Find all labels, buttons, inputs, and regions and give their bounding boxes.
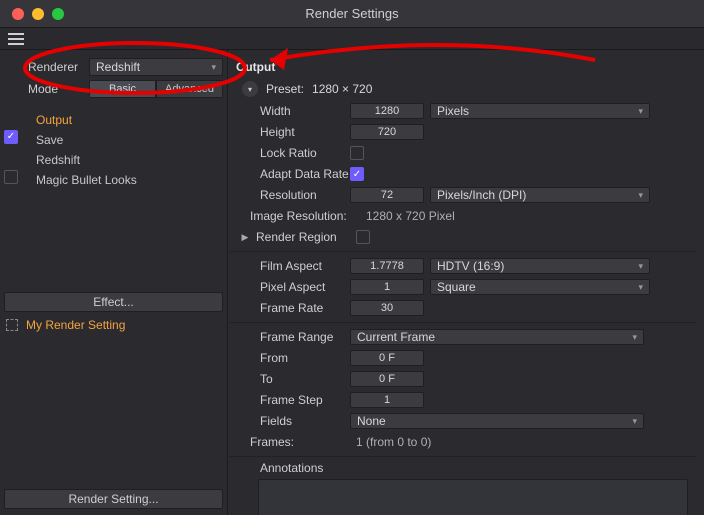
annotations-label: Annotations [230,461,350,475]
sidebar: Renderer Redshift ▾ Mode Basic Advanced … [0,50,228,515]
resolution-unit-value: Pixels/Inch (DPI) [437,188,526,202]
frame-range-label: Frame Range [230,330,350,344]
frame-step-label: Frame Step [230,393,350,407]
chevron-down-icon: ▾ [211,62,216,73]
sidebar-item-magicbullet[interactable]: Magic Bullet Looks [0,170,227,190]
toolbar [0,28,704,50]
preset-value: 1280 × 720 [312,82,372,96]
frames-value: 1 (from 0 to 0) [350,435,431,449]
render-region-disclose[interactable]: ▶ [240,232,250,243]
from-field[interactable]: 0 F [350,350,424,366]
pixel-aspect-field[interactable]: 1 [350,279,424,295]
sidebar-check-magicbullet[interactable] [4,170,18,184]
chevron-down-icon: ▾ [632,332,637,343]
sidebar-item-save[interactable]: Save [0,130,227,150]
fields-dropdown[interactable]: None ▾ [350,413,644,429]
render-region-label: Render Region [256,230,356,244]
frame-step-field[interactable]: 1 [350,392,424,408]
adapt-rate-label: Adapt Data Rate [230,167,350,181]
pixel-aspect-unit: Square [437,280,476,294]
renderer-dropdown[interactable]: Redshift ▾ [89,58,223,76]
mode-advanced-button[interactable]: Advanced [156,80,223,98]
lock-ratio-label: Lock Ratio [230,146,350,160]
annotations-field[interactable] [258,479,688,515]
film-aspect-field[interactable]: 1.7778 [350,258,424,274]
chevron-down-icon: ▾ [638,261,643,272]
to-label: To [230,372,350,386]
film-aspect-unit: HDTV (16:9) [437,259,504,273]
menu-icon[interactable] [8,33,24,45]
height-label: Height [230,125,350,139]
sidebar-tree: Output Save Redshift Magic Bullet Looks [0,110,227,190]
image-res-value: 1280 x 720 Pixel [360,209,455,223]
chevron-down-icon: ▾ [638,282,643,293]
chevron-down-icon: ▾ [638,106,643,117]
film-aspect-dropdown[interactable]: HDTV (16:9) ▾ [430,258,650,274]
height-field[interactable]: 720 [350,124,424,140]
render-setting-button[interactable]: Render Setting... [4,489,223,509]
render-setting-row[interactable]: My Render Setting [0,314,227,336]
image-res-label: Image Resolution: [230,209,360,223]
render-region-checkbox[interactable] [356,230,370,244]
effect-button[interactable]: Effect... [4,292,223,312]
sidebar-check-save[interactable] [4,130,18,144]
titlebar: Render Settings [0,0,704,28]
preset-label: Preset: [266,82,304,96]
film-aspect-label: Film Aspect [230,259,350,273]
width-label: Width [230,104,350,118]
fields-value: None [357,414,386,428]
to-field[interactable]: 0 F [350,371,424,387]
lock-ratio-checkbox[interactable] [350,146,364,160]
pixel-aspect-label: Pixel Aspect [230,280,350,294]
frame-range-value: Current Frame [357,330,435,344]
mode-label: Mode [28,82,83,96]
output-heading: Output [230,56,696,78]
width-field[interactable]: 1280 [350,103,424,119]
renderer-value: Redshift [96,60,140,74]
render-setting-icon [6,319,18,331]
window-title: Render Settings [0,6,704,21]
chevron-down-icon: ▾ [632,416,637,427]
adapt-rate-checkbox[interactable] [350,167,364,181]
renderer-label: Renderer [28,60,83,74]
mode-toggle: Basic Advanced [89,80,223,98]
fields-label: Fields [230,414,350,428]
from-label: From [230,351,350,365]
width-unit-dropdown[interactable]: Pixels ▾ [430,103,650,119]
frame-range-dropdown[interactable]: Current Frame ▾ [350,329,644,345]
renderer-row: Renderer Redshift ▾ [28,56,223,78]
content-panel: Output ▾ Preset: 1280 × 720 Width 1280 P… [228,50,704,515]
preset-row: ▾ Preset: 1280 × 720 [230,78,696,100]
resolution-field[interactable]: 72 [350,187,424,203]
preset-disclose-icon[interactable]: ▾ [242,81,258,97]
sidebar-item-redshift[interactable]: Redshift [0,150,227,170]
pixel-aspect-dropdown[interactable]: Square ▾ [430,279,650,295]
frame-rate-field[interactable]: 30 [350,300,424,316]
sidebar-item-output[interactable]: Output [0,110,227,130]
frame-rate-label: Frame Rate [230,301,350,315]
mode-row: Mode Basic Advanced [28,78,223,100]
main-split: Renderer Redshift ▾ Mode Basic Advanced … [0,50,704,515]
render-setting-label: My Render Setting [26,318,125,332]
width-unit-value: Pixels [437,104,469,118]
frames-label: Frames: [230,435,350,449]
resolution-unit-dropdown[interactable]: Pixels/Inch (DPI) ▾ [430,187,650,203]
resolution-label: Resolution [230,188,350,202]
chevron-down-icon: ▾ [638,190,643,201]
mode-basic-button[interactable]: Basic [89,80,156,98]
